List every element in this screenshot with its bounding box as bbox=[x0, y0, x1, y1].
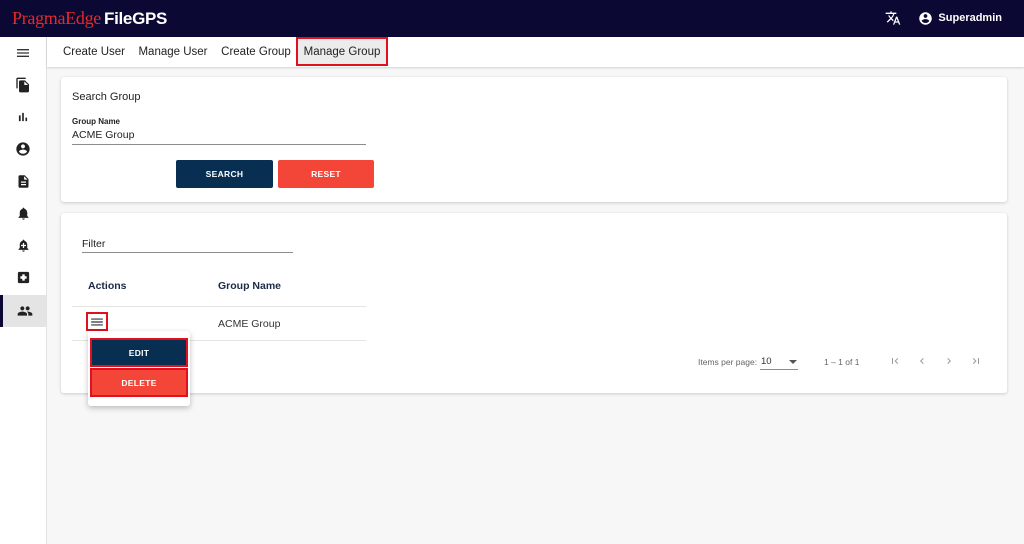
edit-button[interactable]: EDIT bbox=[90, 338, 188, 367]
filter-underline bbox=[82, 252, 293, 253]
first-page-icon[interactable] bbox=[888, 354, 902, 368]
delete-button[interactable]: DELETE bbox=[90, 368, 188, 397]
previous-page-icon[interactable] bbox=[915, 354, 929, 368]
username-label[interactable]: Superadmin bbox=[938, 12, 1002, 24]
sidebar-nav bbox=[0, 37, 47, 544]
medical-box-icon[interactable] bbox=[0, 261, 46, 293]
bell-icon[interactable] bbox=[0, 197, 46, 229]
results-card bbox=[61, 213, 1007, 393]
next-page-icon[interactable] bbox=[942, 354, 956, 368]
brand-logo: PragmaEdge FileGPS bbox=[12, 8, 167, 29]
group-name-label: Group Name bbox=[72, 117, 121, 126]
tab-manage-group[interactable]: Manage Group bbox=[296, 37, 388, 66]
account-circle-icon[interactable] bbox=[0, 133, 46, 165]
tab-create-group[interactable]: Create Group bbox=[220, 37, 292, 66]
table-cell-group-name: ACME Group bbox=[218, 318, 281, 330]
column-header-group-name[interactable]: Group Name bbox=[218, 280, 281, 292]
top-app-bar: PragmaEdge FileGPS Superadmin bbox=[0, 0, 1024, 37]
row-actions-menu: EDIT DELETE bbox=[88, 331, 190, 406]
group-name-input[interactable]: ACME Group bbox=[72, 129, 134, 141]
search-group-title: Search Group bbox=[72, 91, 141, 103]
bar-chart-icon[interactable] bbox=[0, 101, 46, 133]
brand-primary: PragmaEdge bbox=[12, 8, 101, 28]
range-label: 1 – 1 of 1 bbox=[824, 357, 860, 367]
header-divider bbox=[72, 306, 366, 307]
page-size-select[interactable]: 10 bbox=[761, 356, 772, 367]
group-icon[interactable] bbox=[0, 295, 46, 327]
description-icon[interactable] bbox=[0, 165, 46, 197]
header-actions: Superadmin bbox=[884, 9, 1002, 27]
translate-icon[interactable] bbox=[884, 9, 902, 27]
group-name-underline bbox=[72, 144, 366, 145]
filter-input[interactable]: Filter bbox=[82, 238, 105, 250]
reset-button[interactable]: RESET bbox=[278, 160, 374, 188]
row-actions-menu-icon[interactable] bbox=[86, 312, 108, 331]
column-header-actions[interactable]: Actions bbox=[88, 280, 127, 292]
menu-icon[interactable] bbox=[0, 37, 46, 69]
tab-bar: Create User Manage User Create Group Man… bbox=[47, 37, 1024, 67]
file-copy-icon[interactable] bbox=[0, 69, 46, 101]
page-size-underline bbox=[760, 369, 798, 370]
items-per-page-label: Items per page: bbox=[698, 357, 758, 367]
last-page-icon[interactable] bbox=[969, 354, 983, 368]
search-button[interactable]: SEARCH bbox=[176, 160, 273, 188]
tab-manage-user[interactable]: Manage User bbox=[137, 37, 209, 66]
bell-plus-icon[interactable] bbox=[0, 229, 46, 261]
dropdown-arrow-icon[interactable] bbox=[789, 360, 797, 364]
account-circle-icon[interactable] bbox=[918, 11, 933, 26]
tab-create-user[interactable]: Create User bbox=[58, 37, 130, 66]
brand-secondary: FileGPS bbox=[103, 9, 168, 28]
